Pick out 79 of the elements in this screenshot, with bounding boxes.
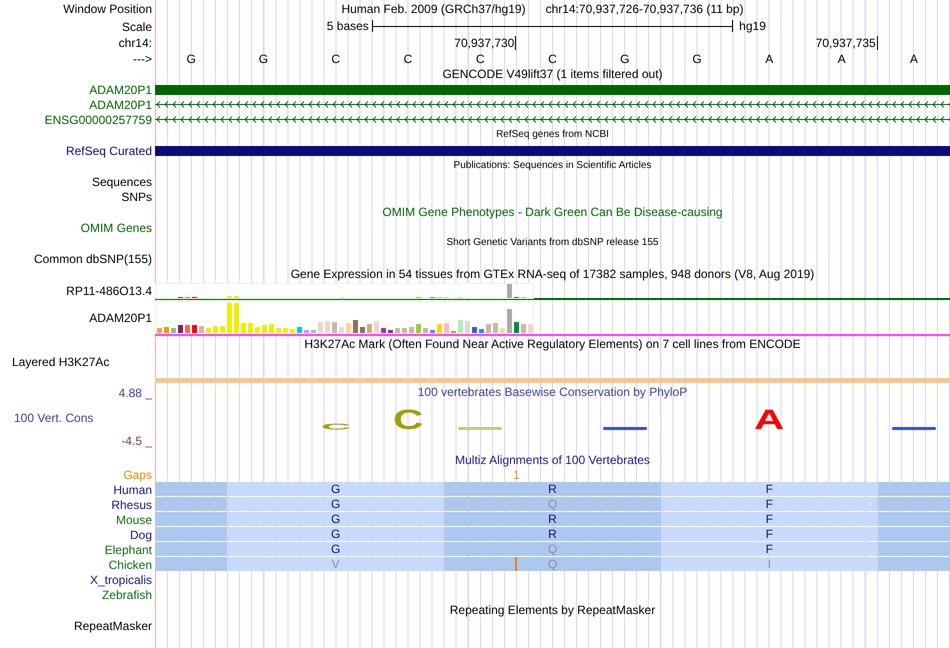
base-letter: G (186, 52, 196, 66)
base-letter: G (692, 52, 702, 66)
sequence-logo-letter: C (320, 424, 351, 430)
track-title: Publications: Sequences in Scientific Articles (454, 159, 652, 173)
track-title: RefSeq genes from NCBI (496, 128, 609, 142)
alignment-cell: G (227, 512, 444, 526)
track-label[interactable]: Zebrafish (102, 588, 152, 602)
track-label[interactable]: Chicken (108, 558, 152, 572)
track-label[interactable]: ---> (133, 52, 152, 66)
alignment-cell: R (444, 527, 661, 541)
base-letter: A (838, 52, 846, 66)
assembly-label: hg19 (738, 19, 766, 33)
track-label[interactable]: ADAM20P1 (89, 82, 152, 96)
base-letter: C (404, 52, 412, 66)
scale-label: 5 bases (326, 19, 370, 33)
track-title: Multiz Alignments of 100 Vertebrates (455, 453, 650, 467)
track-label[interactable]: RP11-486O13.4 (66, 284, 152, 298)
alignment-cell: G (227, 527, 444, 541)
track-label[interactable]: Layered H3K27Ac (12, 355, 110, 369)
track-title: OMIM Gene Phenotypes - Dark Green Can Be Disease-causing (382, 205, 723, 219)
gene-feature-bar[interactable] (155, 146, 950, 156)
alignment-cell: F (660, 497, 878, 511)
base-letter: G (620, 52, 630, 66)
alignment-cell: F (660, 482, 878, 496)
alignment-cell: G (227, 542, 444, 556)
track-label[interactable]: Human (113, 482, 152, 496)
alignment-cell: Q (444, 557, 661, 571)
track-label[interactable]: Dog (130, 528, 152, 542)
track-label[interactable]: X_tropicalis (90, 572, 152, 586)
axis-min-label: -4.5 _ (121, 434, 152, 448)
alignment-cell: V (227, 557, 444, 571)
alignment-cell: R (444, 512, 661, 526)
track-label[interactable]: Elephant (104, 542, 152, 556)
track-label[interactable]: RefSeq Curated (66, 144, 152, 158)
track-label[interactable]: Sequences (92, 174, 152, 188)
track-label[interactable]: OMIM Genes (80, 220, 152, 234)
expression-bar-chart[interactable] (155, 301, 534, 334)
track-label[interactable]: ADAM20P1 (89, 311, 152, 325)
track-label[interactable]: SNPs (121, 190, 152, 204)
alignment-cell: F (660, 527, 878, 541)
track-label[interactable]: ADAM20P1 (89, 98, 152, 112)
base-letter: A (765, 52, 774, 66)
track-title: Gene Expression in 54 tissues from GTEx RNA-seq of 17382 samples, 948 donors (V8, Aug 2019) (290, 267, 814, 281)
position-label: 70,937,730 (454, 36, 516, 50)
track-label[interactable]: 100 Vert. Cons (14, 411, 94, 425)
track-title: 100 vertebrates Basewise Conservation by PhyloP (418, 385, 688, 399)
alignment-cell: F (660, 542, 878, 556)
sequence-logo-letter: A (754, 409, 784, 430)
base-letter: C (331, 52, 340, 66)
gap-count: 1 (513, 468, 520, 482)
track-label[interactable]: ENSG00000257759 (44, 112, 152, 126)
track-title: GENCODE V49lift37 (1 items filtered out) (442, 67, 663, 81)
track-label[interactable]: chr14: (118, 36, 152, 50)
track-label[interactable]: Rhesus (111, 498, 152, 512)
track-label[interactable]: Mouse (116, 512, 152, 526)
position-label: 70,937,735 (816, 36, 878, 50)
track-label[interactable]: RepeatMasker (74, 618, 152, 632)
alignment-cell: Q (444, 497, 661, 511)
region-text: chr14:70,937,726-70,937,736 (11 bp) (546, 2, 744, 16)
base-letter: A (910, 52, 918, 66)
alignment-cell: G (227, 497, 444, 511)
track-title: Repeating Elements by RepeatMasker (450, 603, 656, 617)
base-letter: C (476, 52, 485, 66)
track-label[interactable]: Common dbSNP(155) (34, 252, 152, 266)
track-title: H3K27Ac Mark (Often Found Near Active Regulatory Elements) on 7 cell lines from ENCODE (304, 337, 801, 351)
alignment-cell: G (227, 482, 444, 496)
track-label[interactable]: Window Position (63, 2, 152, 16)
alignment-cell: I (660, 557, 878, 571)
alignment-cell: R (444, 482, 661, 496)
assembly-title: Human Feb. 2009 (GRCh37/hg19) (341, 2, 526, 16)
gene-feature-bar[interactable] (155, 84, 950, 94)
sequence-logo-letter: C (392, 409, 424, 430)
alignment-cell: Q (444, 542, 661, 556)
alignment-cell: F (660, 512, 878, 526)
track-title: Short Genetic Variants from dbSNP release 155 (446, 236, 658, 250)
base-letter: G (258, 52, 268, 66)
track-label[interactable]: Scale (122, 20, 152, 34)
base-letter: C (548, 52, 557, 66)
axis-max-label: 4.88 _ (118, 386, 152, 400)
